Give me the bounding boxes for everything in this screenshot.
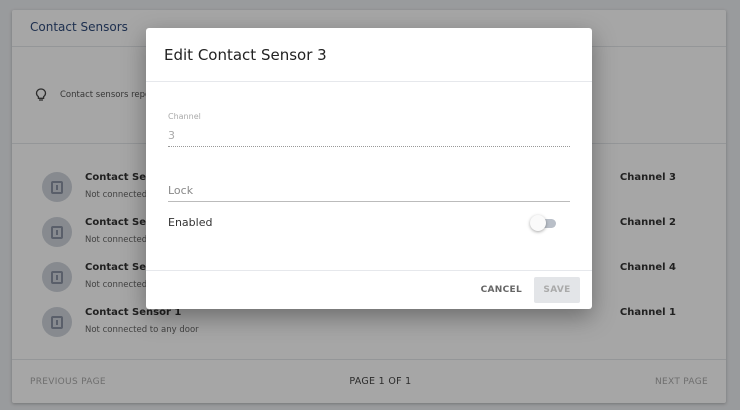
edit-sensor-dialog: Edit Contact Sensor 3 Channel 3 Enabled …	[146, 28, 592, 309]
dialog-header: Edit Contact Sensor 3	[146, 28, 592, 82]
cancel-button[interactable]: CANCEL	[469, 279, 534, 301]
dialog-title: Edit Contact Sensor 3	[164, 46, 327, 64]
save-button[interactable]: SAVE	[534, 277, 580, 303]
channel-field-value: 3	[168, 129, 175, 142]
dialog-footer: CANCEL SAVE	[146, 270, 592, 309]
enabled-label: Enabled	[168, 216, 213, 229]
channel-field-label: Channel	[168, 112, 201, 121]
channel-field-underline	[168, 146, 570, 147]
dialog-body: Channel 3 Enabled	[146, 82, 592, 270]
lock-input[interactable]	[168, 180, 570, 202]
enabled-toggle-knob[interactable]	[530, 215, 546, 231]
